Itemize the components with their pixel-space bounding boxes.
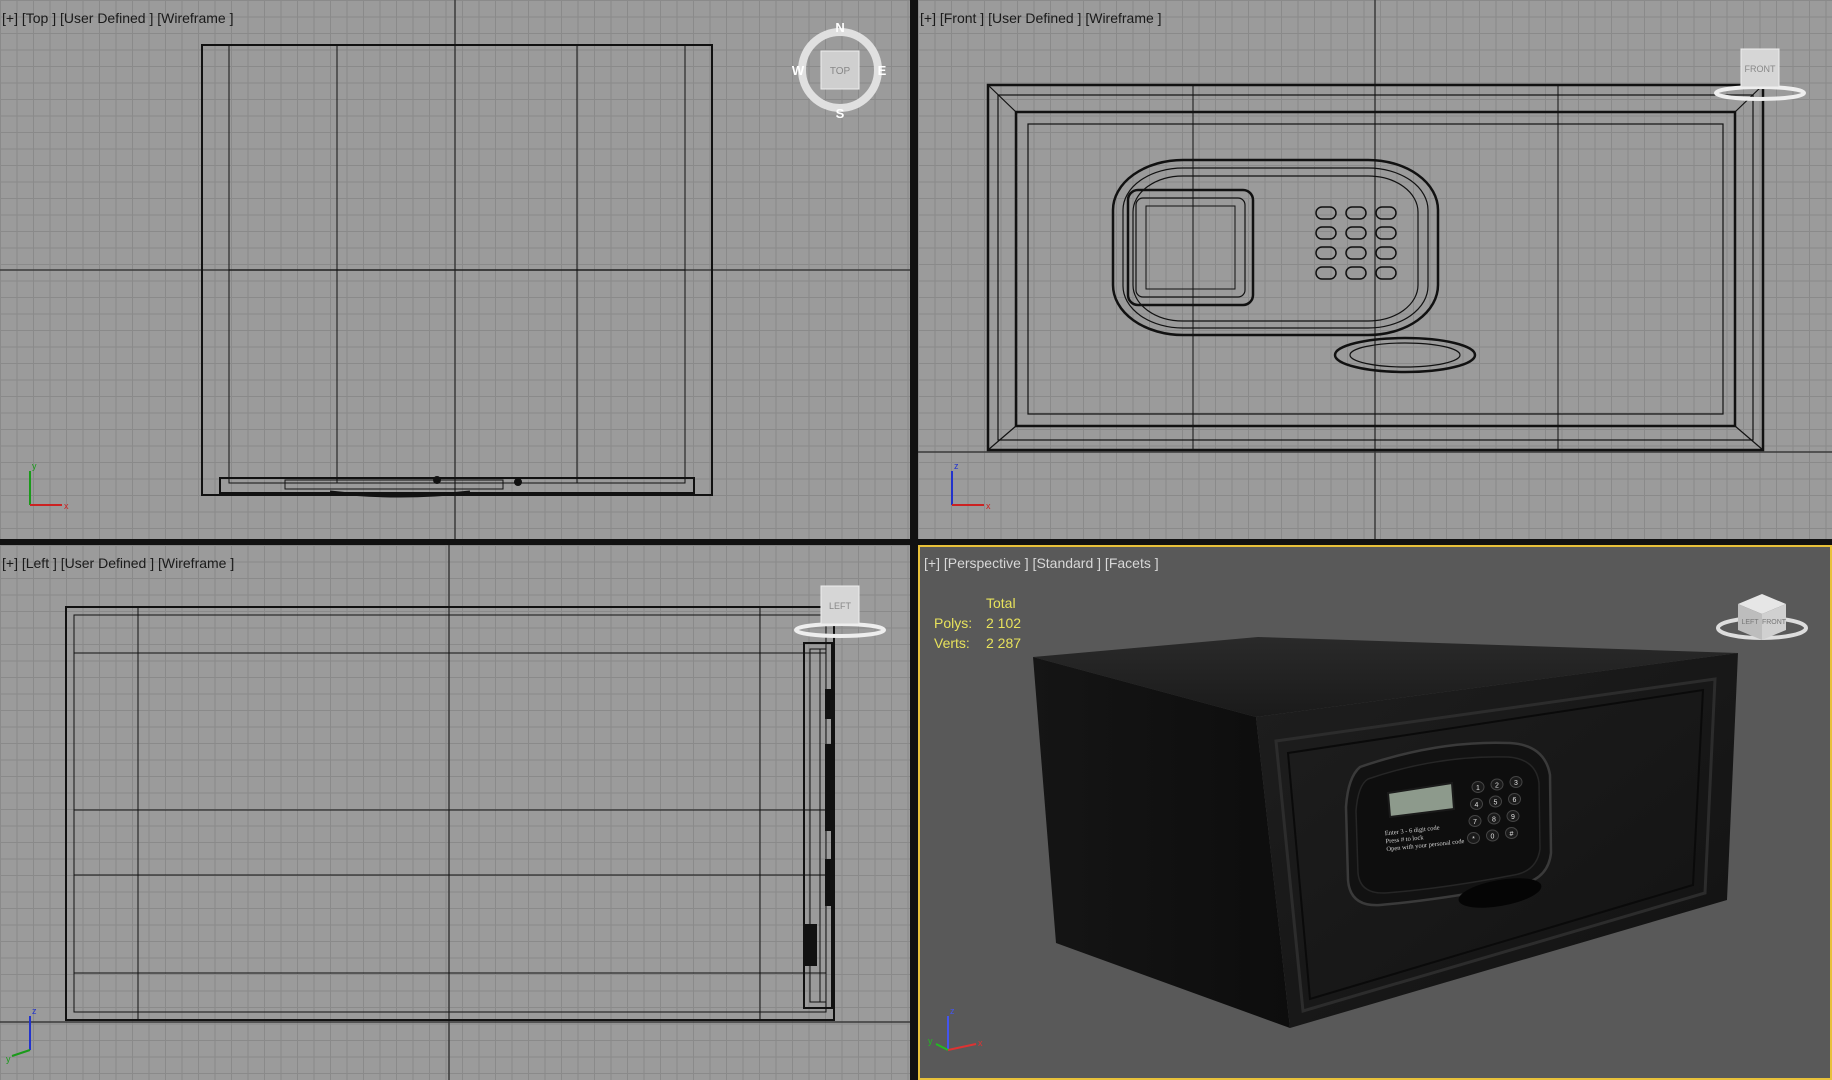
keypad-key-wireframe [1375, 246, 1397, 260]
top-wireframe-scene: TOP N S E W y x [0, 0, 910, 539]
axis-tripod-front: z x [951, 461, 991, 511]
stats-header: Total [986, 595, 1016, 611]
svg-text:y: y [32, 461, 37, 471]
svg-text:E: E [878, 63, 887, 78]
keypad-key-label: 8 [1492, 817, 1496, 824]
svg-text:x: x [986, 501, 991, 511]
viewport-front[interactable]: [+] [Front ] [User Defined ] [Wireframe … [918, 0, 1832, 539]
keypad-key-wireframe [1315, 226, 1337, 240]
viewcube-perspective: LEFT FRONT [1716, 594, 1808, 640]
keypad-key: * [1467, 832, 1480, 844]
svg-text:x: x [978, 1038, 983, 1048]
svg-text:TOP: TOP [830, 66, 851, 77]
viewcube-top: TOP N S E W [792, 20, 887, 121]
svg-text:FRONT: FRONT [1745, 64, 1776, 74]
svg-text:S: S [836, 106, 845, 121]
keypad-key: 1 [1471, 781, 1485, 793]
keypad-key: 3 [1509, 776, 1523, 788]
svg-text:x: x [64, 501, 69, 511]
axis-tripod-top: y x [29, 461, 69, 511]
keypad-key-wireframe [1375, 226, 1397, 240]
keypad-key-label: 5 [1494, 800, 1498, 807]
front-wireframe-scene: FRONT z x [918, 0, 1832, 539]
svg-text:FRONT: FRONT [1762, 619, 1787, 626]
keypad-key: # [1505, 827, 1518, 839]
keypad-key-label: 0 [1491, 834, 1495, 841]
polys-value: 2 102 [986, 615, 1022, 631]
left-wireframe-scene: LEFT z y [0, 545, 910, 1080]
keypad-key-label: * [1472, 836, 1475, 843]
keypad-key-wireframe [1315, 206, 1337, 220]
keypad-key-wireframe [1315, 266, 1337, 280]
keypad-key-wireframe [1315, 246, 1337, 260]
viewcube-front: FRONT [1714, 48, 1806, 101]
poly-stats: Total Polys: 2 102 Verts: 2 287 [934, 593, 1021, 653]
keypad-key: 4 [1470, 798, 1483, 810]
viewport-label-left[interactable]: [+] [Left ] [User Defined ] [Wireframe ] [2, 555, 234, 571]
axis-tripod-perspective: z x y [928, 1006, 983, 1051]
keypad-key-label: 4 [1475, 802, 1479, 809]
viewport-label-front[interactable]: [+] [Front ] [User Defined ] [Wireframe … [920, 10, 1162, 26]
keypad-key-label: 3 [1514, 780, 1518, 787]
keypad-key: 6 [1508, 793, 1521, 805]
svg-text:z: z [950, 1006, 955, 1016]
keypad-key-label: 1 [1476, 785, 1480, 792]
viewport-perspective[interactable]: [+] [Perspective ] [Standard ] [Facets ]… [918, 545, 1832, 1080]
keypad-key: 8 [1487, 812, 1501, 825]
keypad-key-label: # [1510, 831, 1514, 838]
keypad-key-label: 6 [1513, 797, 1517, 804]
keypad-key: 2 [1490, 778, 1504, 791]
keypad-key-wireframe [1345, 206, 1367, 220]
keypad-key-wireframe [1375, 206, 1397, 220]
viewport-top[interactable]: [+] [Top ] [User Defined ] [Wireframe ] … [0, 0, 910, 539]
viewport-left[interactable]: [+] [Left ] [User Defined ] [Wireframe ]… [0, 545, 910, 1080]
keypad-key: 7 [1468, 815, 1482, 827]
perspective-scene: Enter 3 - 6 digit code Press # to lock O… [928, 594, 1808, 1051]
keypad-key: 5 [1489, 795, 1502, 808]
svg-text:y: y [928, 1036, 933, 1046]
svg-text:z: z [954, 461, 959, 471]
keypad-key-wireframe [1375, 266, 1397, 280]
keypad-key-wireframe [1345, 266, 1367, 280]
safe-left-wireframe [65, 606, 835, 1021]
keypad-key-label: 2 [1495, 783, 1499, 790]
keypad-key: 9 [1506, 810, 1520, 822]
keypad-key-label: 7 [1473, 819, 1477, 826]
front-keypad-wireframe [1315, 206, 1397, 280]
axis-tripod-left: z y [6, 1006, 37, 1064]
keypad-key-wireframe [1345, 226, 1367, 240]
svg-text:z: z [32, 1006, 37, 1016]
polys-label: Polys: [934, 615, 973, 631]
safe-3d-model: Enter 3 - 6 digit code Press # to lock O… [1033, 637, 1738, 1028]
keypad-key-label: 9 [1511, 814, 1515, 821]
svg-text:LEFT: LEFT [829, 601, 852, 611]
svg-text:LEFT: LEFT [1741, 619, 1759, 626]
svg-text:W: W [792, 63, 805, 78]
viewport-label-top[interactable]: [+] [Top ] [User Defined ] [Wireframe ] [2, 10, 233, 26]
keypad-key-wireframe [1345, 246, 1367, 260]
safe-top-wireframe [201, 44, 713, 498]
keypad-key: 0 [1486, 829, 1499, 842]
verts-label: Verts: [934, 635, 970, 651]
viewport-label-perspective[interactable]: [+] [Perspective ] [Standard ] [Facets ] [924, 555, 1159, 571]
viewcube-left: LEFT [794, 585, 886, 638]
svg-text:N: N [835, 20, 844, 35]
svg-text:y: y [6, 1054, 11, 1064]
verts-value: 2 287 [986, 635, 1022, 651]
